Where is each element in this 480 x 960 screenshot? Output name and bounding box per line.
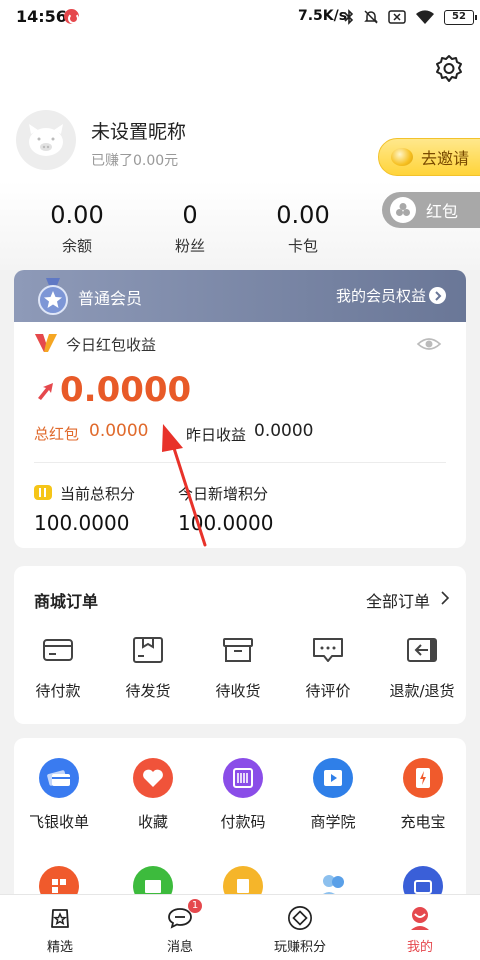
star-bag-icon — [47, 905, 73, 931]
tool-feiyin-pay[interactable]: 飞银收单 — [14, 758, 104, 832]
total-points-label: 当前总积分 — [60, 485, 136, 503]
points-icon — [34, 485, 52, 500]
all-orders-link[interactable]: 全部订单 — [366, 588, 430, 612]
pig-avatar-icon — [29, 124, 63, 156]
box-icon — [223, 638, 253, 662]
app-notification-icon — [64, 9, 79, 24]
video-play-icon — [313, 758, 353, 798]
package-icon — [133, 637, 163, 663]
orders-title: 商城订单 — [34, 592, 99, 611]
today-earnings-value: 0.0000 — [60, 370, 192, 410]
stat-balance[interactable]: 0.00 余额 — [27, 200, 127, 256]
redpack-label: 红包 — [426, 202, 459, 221]
sim-off-icon — [388, 10, 406, 24]
power-bank-icon — [403, 758, 443, 798]
order-pending-shipment[interactable]: 待发货 — [108, 636, 188, 701]
invite-button[interactable]: 去邀请 — [378, 138, 480, 176]
nav-mine[interactable]: 我的 — [360, 895, 480, 960]
credit-card-icon — [39, 758, 79, 798]
tool-favorites[interactable]: 收藏 — [108, 758, 198, 832]
invite-label: 去邀请 — [421, 149, 470, 168]
total-redpack-value: 0.0000 — [89, 421, 149, 441]
chevron-right-icon — [441, 591, 450, 605]
comment-icon — [313, 638, 343, 662]
v-logo-icon — [35, 334, 57, 352]
tools-card: 飞银收单 收藏 付款码 商学院 充电宝 — [14, 738, 466, 908]
mute-bell-icon — [364, 10, 378, 24]
stat-card-wallet[interactable]: 0.00 卡包 — [253, 200, 353, 256]
trend-up-icon — [38, 383, 53, 400]
redpack-button[interactable]: 红包 — [382, 192, 480, 228]
stat-value: 0.00 — [276, 201, 330, 229]
heart-icon — [133, 758, 173, 798]
order-label: 待收货 — [215, 682, 261, 700]
stat-value: 0 — [182, 201, 198, 229]
tool-power-bank[interactable]: 充电宝 — [378, 758, 466, 832]
eye-icon[interactable] — [416, 334, 442, 354]
nav-earn-points[interactable]: 玩赚积分 — [240, 895, 360, 960]
stat-label: 卡包 — [287, 237, 318, 255]
order-pending-receipt[interactable]: 待收货 — [198, 636, 278, 701]
nav-featured[interactable]: 精选 — [0, 895, 120, 960]
stat-label: 粉丝 — [174, 237, 205, 255]
total-points-value: 100.0000 — [34, 511, 130, 535]
stat-fans[interactable]: 0 粉丝 — [140, 200, 240, 256]
order-label: 待付款 — [35, 682, 81, 700]
status-time: 14:56 — [16, 7, 67, 26]
bottom-nav: 精选 1 消息 玩赚积分 我的 — [0, 894, 480, 960]
medal-icon — [38, 278, 68, 315]
settings-button[interactable] — [432, 52, 466, 86]
order-label: 退款/退货 — [389, 682, 455, 700]
clover-icon — [390, 197, 416, 223]
tool-payment-code[interactable]: 付款码 — [198, 758, 288, 832]
tool-label: 飞银收单 — [28, 813, 89, 831]
tool-label: 付款码 — [220, 813, 266, 831]
member-bar[interactable]: 普通会员 我的会员权益 — [14, 270, 466, 322]
stat-label: 余额 — [61, 237, 92, 255]
network-speed: 7.5K/s — [298, 8, 348, 24]
tool-label: 充电宝 — [400, 813, 446, 831]
order-label: 待评价 — [305, 682, 351, 700]
nav-messages[interactable]: 1 消息 — [120, 895, 240, 960]
status-icons: 52 — [344, 8, 477, 26]
earnings-card: 普通会员 我的会员权益 今日红包收益 0.0000 总红包 0.0000 昨日收… — [14, 270, 466, 548]
today-earnings-title: 今日红包收益 — [66, 336, 157, 354]
order-pending-payment[interactable]: 待付款 — [18, 636, 98, 701]
avatar[interactable] — [16, 110, 76, 170]
gear-icon — [436, 55, 462, 82]
order-refund-return[interactable]: 退款/退货 — [378, 636, 466, 701]
status-bar: 14:56 7.5K/s 52 — [0, 0, 480, 34]
chevron-right-icon — [429, 287, 446, 304]
battery-icon: 52 — [444, 9, 477, 25]
card-icon — [43, 639, 73, 661]
total-redpack-label: 总红包 — [34, 425, 80, 443]
message-icon: 1 — [167, 899, 202, 931]
divider — [34, 462, 446, 463]
wifi-icon — [416, 10, 434, 24]
diamond-icon — [287, 905, 313, 931]
annotation-arrow-icon — [162, 424, 207, 547]
profile-icon — [407, 905, 433, 931]
nav-label: 玩赚积分 — [273, 940, 326, 955]
nav-label: 我的 — [406, 940, 433, 955]
member-benefits-link[interactable]: 我的会员权益 — [336, 285, 426, 306]
tool-business-school[interactable]: 商学院 — [288, 758, 378, 832]
stat-value: 0.00 — [50, 201, 104, 229]
barcode-icon — [223, 758, 263, 798]
unread-badge: 1 — [188, 899, 202, 913]
return-icon — [407, 638, 437, 662]
yesterday-earnings-value: 0.0000 — [254, 421, 314, 441]
order-pending-review[interactable]: 待评价 — [288, 636, 368, 701]
mall-orders-card: 商城订单 全部订单 待付款 待发货 待收货 待评价 退款/退货 — [14, 566, 466, 724]
nav-label: 精选 — [46, 940, 73, 955]
earned-amount: 已赚了0.00元 — [91, 153, 179, 169]
nickname[interactable]: 未设置昵称 — [91, 117, 186, 144]
bluetooth-icon — [344, 9, 354, 25]
order-label: 待发货 — [125, 682, 171, 700]
tool-label: 商学院 — [310, 813, 356, 831]
member-level: 普通会员 — [78, 289, 143, 308]
coin-icon — [391, 148, 413, 166]
nav-label: 消息 — [166, 940, 193, 955]
tool-label: 收藏 — [137, 813, 168, 831]
